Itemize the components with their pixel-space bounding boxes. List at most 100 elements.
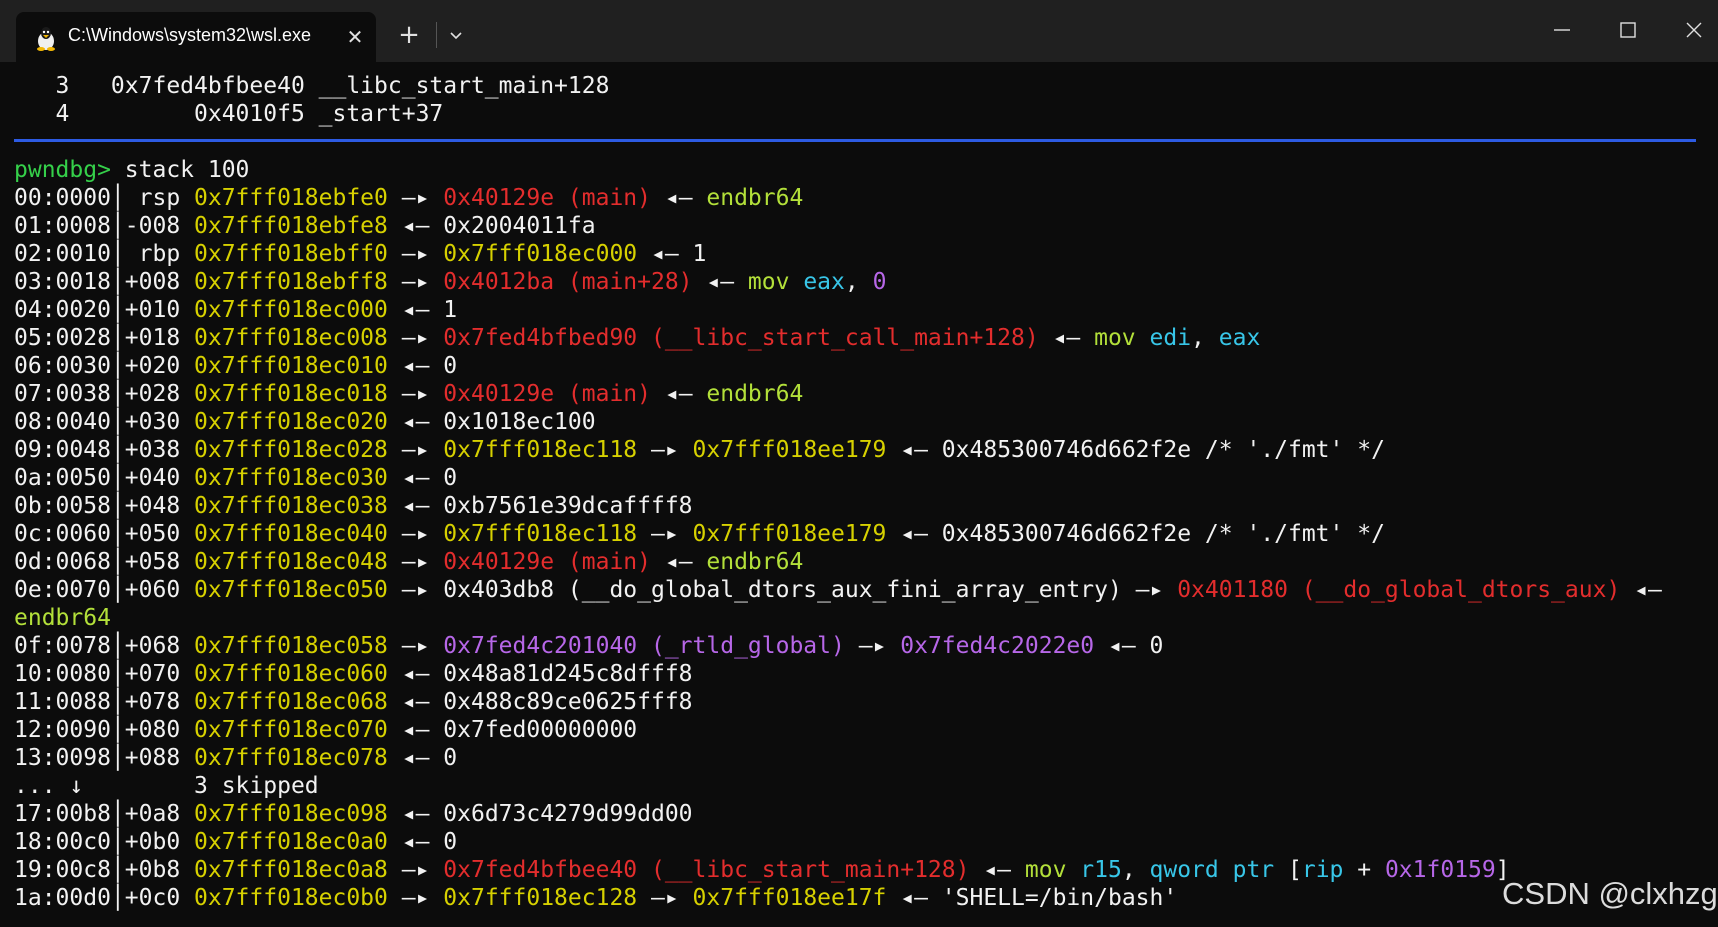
- text-segment: —▸: [637, 885, 693, 911]
- text-segment: 0x7fff018ec028: [194, 437, 388, 463]
- text-segment: 0x7fff018ec010: [194, 353, 388, 379]
- text-segment: 0x40129e (main): [443, 549, 651, 575]
- text-segment: 0x7fff018ec020: [194, 409, 388, 435]
- text-segment: —▸: [637, 521, 693, 547]
- stack-line: 04:0020│+010 0x7fff018ec000 ◂— 1: [14, 296, 1714, 324]
- text-segment: ◂—: [651, 381, 707, 407]
- text-segment: 3 0x7fed4bfbee40 __libc_start_main+128: [14, 73, 610, 99]
- stack-line: 13:0098│+088 0x7fff018ec078 ◂— 0: [14, 744, 1714, 772]
- text-segment: ◂—: [969, 857, 1025, 883]
- text-segment: mov: [747, 269, 804, 295]
- stack-line: 0a:0050│+040 0x7fff018ec030 ◂— 0: [14, 464, 1714, 492]
- text-segment: ◂— 0: [1094, 633, 1164, 659]
- text-segment: ,: [844, 269, 873, 295]
- text-segment: 0x7fff018ec0a0: [194, 829, 388, 855]
- text-segment: 0x7fff018ec0a8: [194, 857, 388, 883]
- text-segment: ◂—: [1620, 577, 1662, 603]
- text-segment: endbr64: [706, 549, 804, 575]
- text-segment: ◂—: [651, 549, 707, 575]
- text-segment: 0x7fff018ec078: [194, 745, 388, 771]
- text-segment: —▸: [844, 633, 901, 659]
- text-segment: 12:0090│+080: [14, 717, 195, 743]
- prompt-line: pwndbg> stack 100: [14, 156, 1714, 184]
- text-segment: 0x7fff018ebff8: [194, 269, 388, 295]
- text-segment: —▸: [387, 549, 444, 575]
- text-segment: eax: [803, 269, 845, 295]
- stack-line: 0d:0068│+058 0x7fff018ec048 —▸ 0x40129e …: [14, 548, 1714, 576]
- text-segment: ◂— 0x1018ec100: [387, 409, 596, 435]
- close-window-button[interactable]: [1668, 8, 1718, 52]
- text-segment: —▸: [387, 241, 444, 267]
- text-segment: +: [1343, 857, 1385, 883]
- text-segment: qword ptr: [1149, 857, 1288, 883]
- text-segment: ... ↓ 3 skipped: [14, 773, 319, 799]
- stack-line: 07:0038│+028 0x7fff018ec018 —▸ 0x40129e …: [14, 380, 1714, 408]
- text-segment: 0x7fff018ec048: [194, 549, 388, 575]
- text-segment: 0x7fff018ec118: [443, 437, 638, 463]
- text-segment: 03:0018│+008: [14, 269, 195, 295]
- text-segment: —▸: [387, 325, 444, 351]
- terminal-output[interactable]: 3 0x7fed4bfbee40 __libc_start_main+128 4…: [14, 72, 1714, 128]
- text-segment: —▸: [387, 521, 444, 547]
- text-segment: endbr64: [14, 605, 111, 631]
- stack-output[interactable]: pwndbg> stack 100 00:0000│ rsp 0x7fff018…: [14, 156, 1714, 912]
- text-segment: 0x7fff018ec040: [194, 521, 388, 547]
- text-segment: 0x7fff018ec0b0: [194, 885, 388, 911]
- text-segment: ◂— 0: [387, 353, 458, 379]
- text-segment: 07:0038│+028: [14, 381, 195, 407]
- text-segment: 0x7fff018ec008: [194, 325, 388, 351]
- command-text: stack 100: [110, 157, 250, 183]
- text-segment: ◂— 0: [387, 745, 458, 771]
- text-segment: 0x7fff018ec118: [443, 521, 638, 547]
- text-segment: 05:0028│+018: [14, 325, 195, 351]
- text-segment: —▸ 0x403db8 (__do_global_dtors_aux_fini_…: [387, 577, 1178, 603]
- text-segment: 0x7fff018ec018: [194, 381, 388, 407]
- text-segment: 10:0080│+070: [14, 661, 195, 687]
- text-segment: 0x7fff018ebfe8: [194, 213, 388, 239]
- minimize-button[interactable]: [1536, 8, 1592, 52]
- text-segment: 0x7fff018ec128: [443, 885, 638, 911]
- text-segment: 11:0088│+078: [14, 689, 195, 715]
- text-segment: ◂—: [651, 185, 707, 211]
- text-segment: —▸: [637, 437, 693, 463]
- terminal-tab[interactable]: C:\Windows\system32\wsl.exe ✕: [16, 12, 376, 62]
- maximize-button[interactable]: [1602, 8, 1658, 52]
- close-tab-icon[interactable]: ✕: [342, 24, 368, 50]
- new-tab-button[interactable]: +: [392, 18, 426, 52]
- backtrace-line: 4 0x4010f5 _start+37: [14, 100, 1714, 128]
- stack-line: 1a:00d0│+0c0 0x7fff018ec0b0 —▸ 0x7fff018…: [14, 884, 1714, 912]
- stack-line: 00:0000│ rsp 0x7fff018ebfe0 —▸ 0x40129e …: [14, 184, 1714, 212]
- title-bar: C:\Windows\system32\wsl.exe ✕ +: [0, 0, 1718, 62]
- text-segment: [: [1288, 857, 1302, 883]
- stack-line: 08:0040│+030 0x7fff018ec020 ◂— 0x1018ec1…: [14, 408, 1714, 436]
- text-segment: 0e:0070│+060: [14, 577, 195, 603]
- backtrace-block: 3 0x7fed4bfbee40 __libc_start_main+128 4…: [14, 72, 1714, 128]
- text-segment: endbr64: [706, 185, 804, 211]
- text-segment: 0: [872, 269, 887, 295]
- tab-title: C:\Windows\system32\wsl.exe: [68, 25, 312, 45]
- text-segment: ◂—: [692, 269, 748, 295]
- prompt: pwndbg>: [14, 157, 111, 183]
- stack-line: 09:0048│+038 0x7fff018ec028 —▸ 0x7fff018…: [14, 436, 1714, 464]
- text-segment: 0x4012ba (main+28): [443, 269, 693, 295]
- text-segment: —▸: [387, 857, 444, 883]
- tab-dropdown-button[interactable]: [444, 20, 468, 50]
- text-segment: 0x7fff018ebff0: [194, 241, 388, 267]
- text-segment: 0x7fff018ee179: [692, 521, 887, 547]
- text-segment: rip: [1301, 857, 1344, 883]
- backtrace-line: 3 0x7fed4bfbee40 __libc_start_main+128: [14, 72, 1714, 100]
- linux-penguin-icon: [37, 27, 55, 51]
- text-segment: 18:00c0│+0b0: [14, 829, 195, 855]
- text-segment: 0x7fff018ebfe0: [194, 185, 388, 211]
- text-segment: 0x7fff018ec068: [194, 689, 388, 715]
- stack-line: 05:0028│+018 0x7fff018ec008 —▸ 0x7fed4bf…: [14, 324, 1714, 352]
- text-segment: —▸: [387, 269, 444, 295]
- stack-lines: 00:0000│ rsp 0x7fff018ebfe0 —▸ 0x40129e …: [14, 184, 1714, 912]
- tab-separator: [436, 22, 437, 48]
- text-segment: —▸: [387, 185, 444, 211]
- text-segment: 02:0010│ rbp: [14, 241, 195, 267]
- chevron-down-icon: [450, 32, 462, 40]
- stack-line: 12:0090│+080 0x7fff018ec070 ◂— 0x7fed000…: [14, 716, 1714, 744]
- text-segment: 0x7fff018ec000: [443, 241, 638, 267]
- text-segment: 08:0040│+030: [14, 409, 195, 435]
